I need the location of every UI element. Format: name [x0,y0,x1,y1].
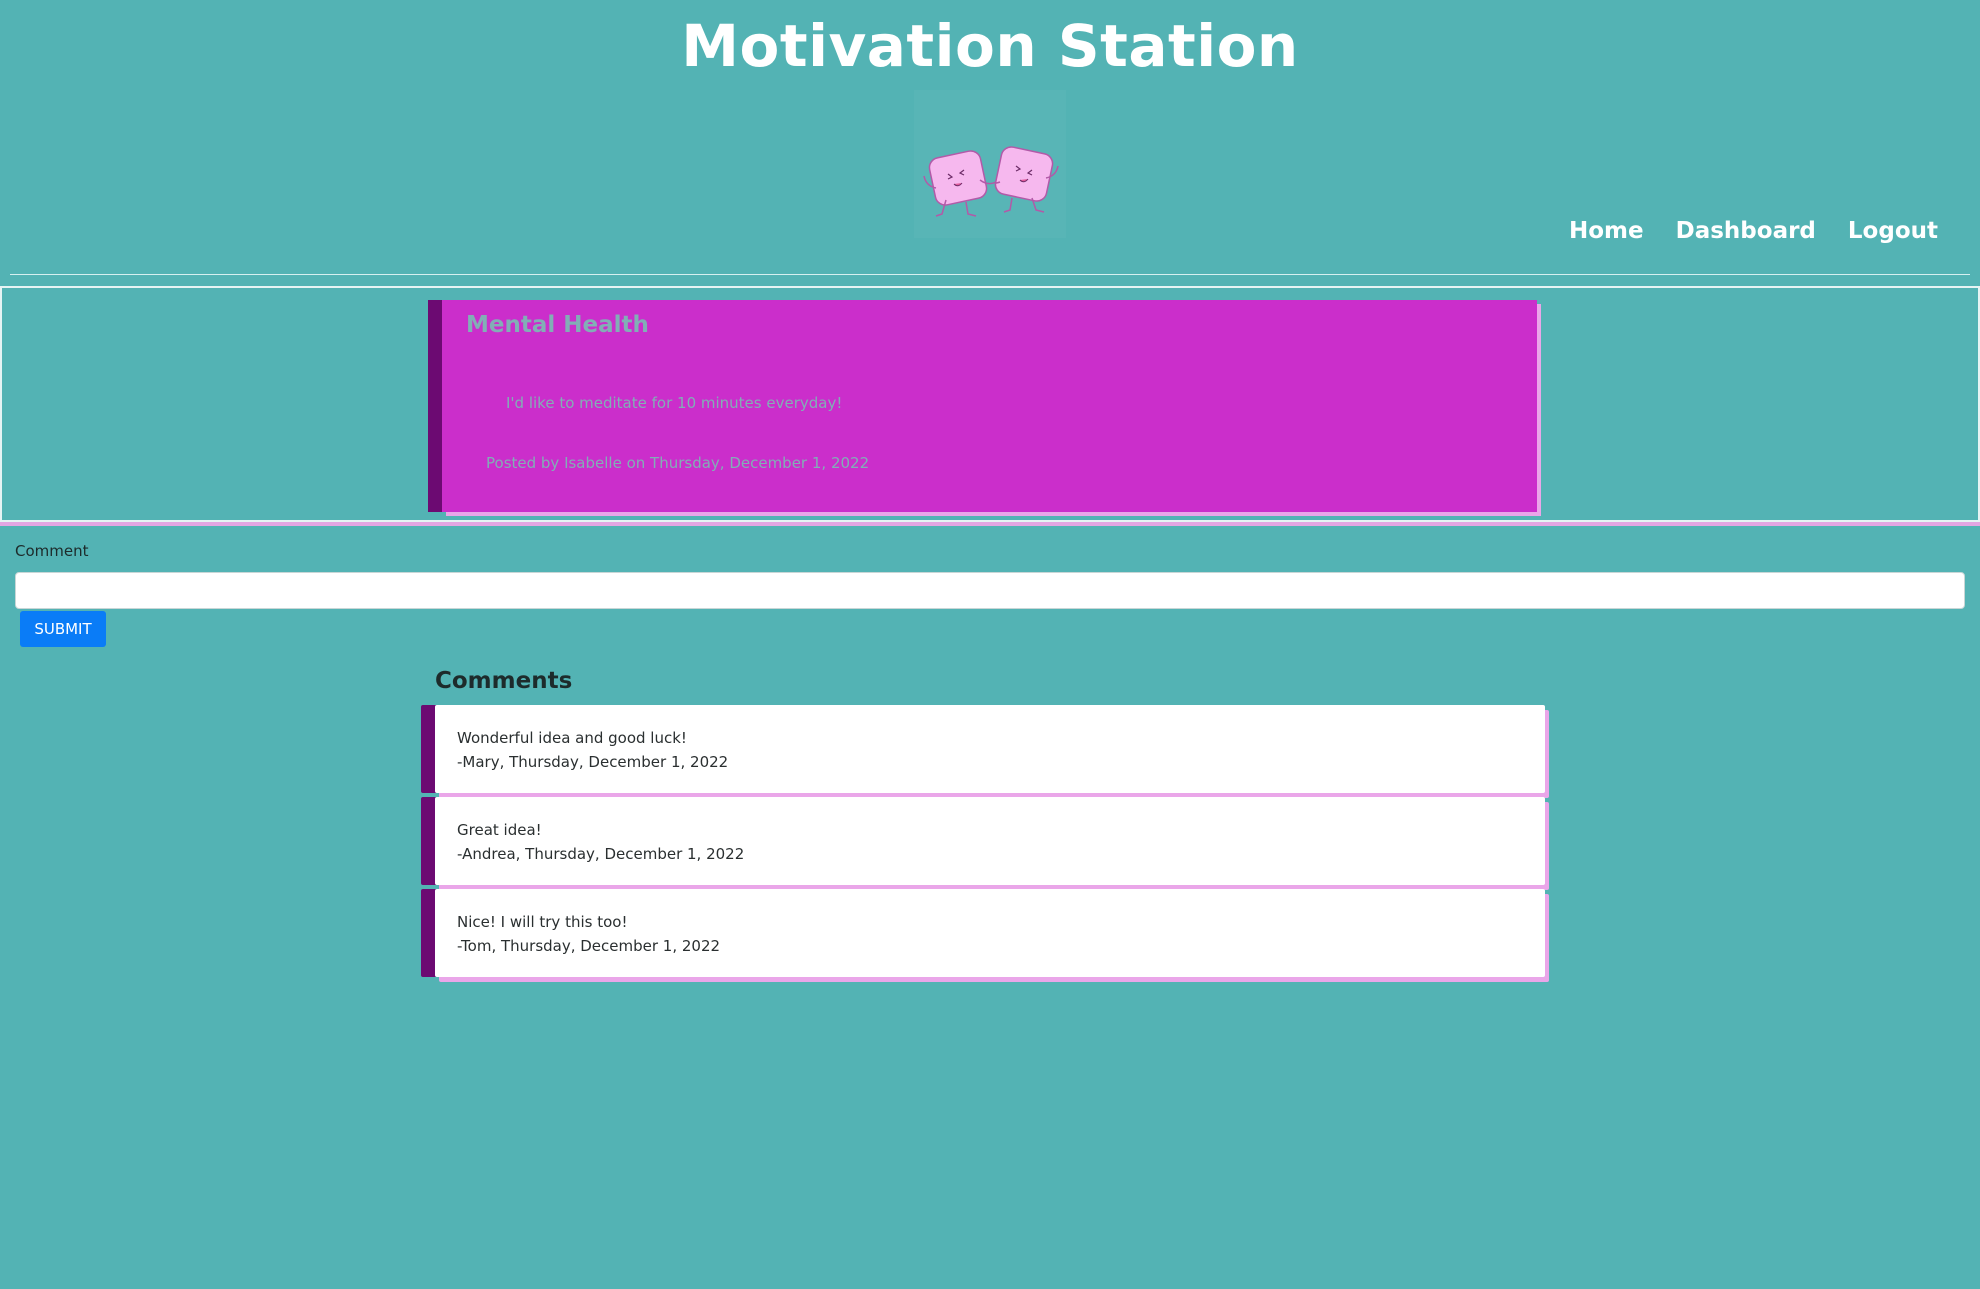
post-body: I'd like to meditate for 10 minutes ever… [506,394,843,412]
comment-card: Wonderful idea and good luck! -Mary, Thu… [435,705,1545,793]
header-divider [10,274,1970,275]
site-title: Motivation Station [681,12,1299,80]
comment-card: Great idea! -Andrea, Thursday, December … [435,797,1545,885]
post-card: Mental Health I'd like to meditate for 1… [442,300,1537,512]
comment-author: -Tom, Thursday, December 1, 2022 [457,937,721,955]
submit-button[interactable]: SUBMIT [20,611,106,647]
comment-card: Nice! I will try this too! -Tom, Thursda… [435,889,1545,977]
nav-dashboard-link[interactable]: Dashboard [1676,218,1816,244]
comment-label: Comment [15,542,89,560]
logo-icon [914,90,1066,238]
comment-text: Nice! I will try this too! [457,913,628,931]
nav-home-link[interactable]: Home [1569,218,1644,244]
comment-input[interactable] [15,572,1965,609]
post-section: Mental Health I'd like to meditate for 1… [0,286,1980,522]
comment-list: Wonderful idea and good luck! -Mary, Thu… [435,705,1545,981]
comment-author: -Andrea, Thursday, December 1, 2022 [457,845,745,863]
comments-heading: Comments [435,668,573,694]
comment-author: -Mary, Thursday, December 1, 2022 [457,753,729,771]
comment-text: Great idea! [457,821,542,839]
comment-text: Wonderful idea and good luck! [457,729,687,747]
nav-logout-link[interactable]: Logout [1848,218,1938,244]
main-nav: Home Dashboard Logout [1569,218,1938,244]
post-meta: Posted by Isabelle on Thursday, December… [486,454,870,472]
post-title: Mental Health [466,312,649,338]
